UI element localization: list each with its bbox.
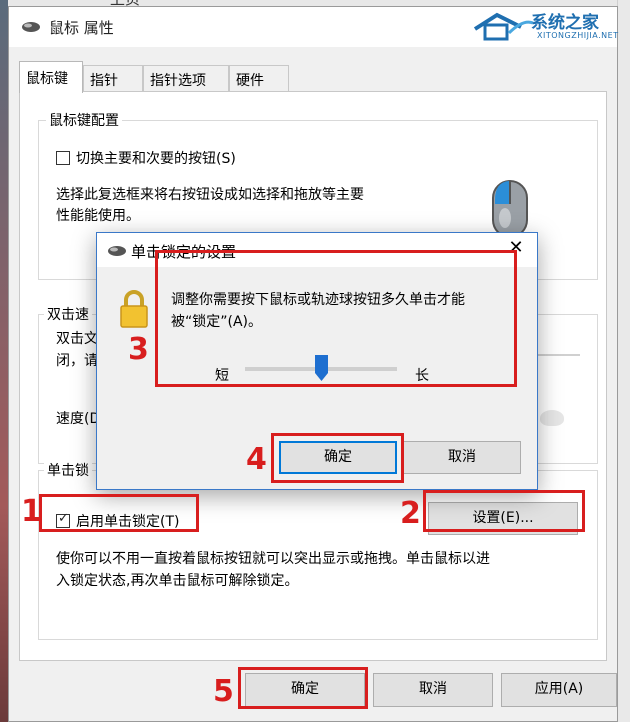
dialog-cancel-button[interactable]: 取消 <box>403 441 521 474</box>
tab-buttons[interactable]: 鼠标键 <box>19 61 83 93</box>
lock-icon <box>120 290 148 328</box>
tab-pointers[interactable]: 指针 <box>83 65 143 91</box>
watermark-text: 系统之家 <box>531 13 599 33</box>
desktop-backdrop-left <box>0 0 8 722</box>
desktop-backdrop-right <box>617 0 630 722</box>
highlight-box-enable-click-lock <box>39 494 199 532</box>
annotation-number-3: 3 <box>128 332 149 367</box>
click-lock-title: 单击锁 <box>44 460 92 480</box>
highlight-box-settings-button <box>423 490 585 532</box>
switch-buttons-label: 切换主要和次要的按钮(S) <box>76 151 236 167</box>
double-click-speed-label: 速度(D <box>56 411 101 427</box>
watermark-logo-icon <box>473 12 534 41</box>
annotation-number-2: 2 <box>400 496 421 531</box>
double-click-title: 双击速 <box>44 304 92 324</box>
window-title: 鼠标 属性 <box>49 19 114 37</box>
button-config-desc-line1: 选择此复选框来将右按钮设成如选择和拖放等主要 <box>56 187 364 203</box>
switch-buttons-checkbox[interactable] <box>56 151 70 165</box>
cancel-button[interactable]: 取消 <box>373 673 493 707</box>
double-click-desc-line2: 闭，请 <box>56 353 98 369</box>
button-config-title: 鼠标键配置 <box>46 110 122 130</box>
button-config-desc-line2: 性能能使用。 <box>56 208 140 224</box>
highlight-box-main-ok <box>238 667 368 709</box>
annotation-number-1: 1 <box>21 494 42 529</box>
tab-pointer-options[interactable]: 指针选项 <box>143 65 229 91</box>
tab-hardware[interactable]: 硬件 <box>229 65 289 91</box>
watermark-subtext: XITONGZHIJIA.NET <box>537 31 619 40</box>
mouse-illustration-icon <box>492 180 528 238</box>
highlight-box-dialog-ok <box>271 433 404 483</box>
double-click-desc-line1: 双击文 <box>56 331 98 347</box>
apply-button[interactable]: 应用(A) <box>501 673 617 707</box>
folder-test-icon[interactable] <box>540 410 564 426</box>
click-lock-desc-line1: 使你可以不用一直按着鼠标按钮就可以突出显示或拖拽。单击鼠标以进 <box>56 551 490 567</box>
annotation-number-4: 4 <box>246 442 267 477</box>
annotation-number-5: 5 <box>213 674 234 709</box>
mouse-icon <box>108 246 126 256</box>
click-lock-desc-line2: 入锁定状态,再次单击鼠标可解除锁定。 <box>56 573 299 589</box>
mouse-icon <box>22 22 40 32</box>
highlight-box-slider-area <box>155 250 517 387</box>
